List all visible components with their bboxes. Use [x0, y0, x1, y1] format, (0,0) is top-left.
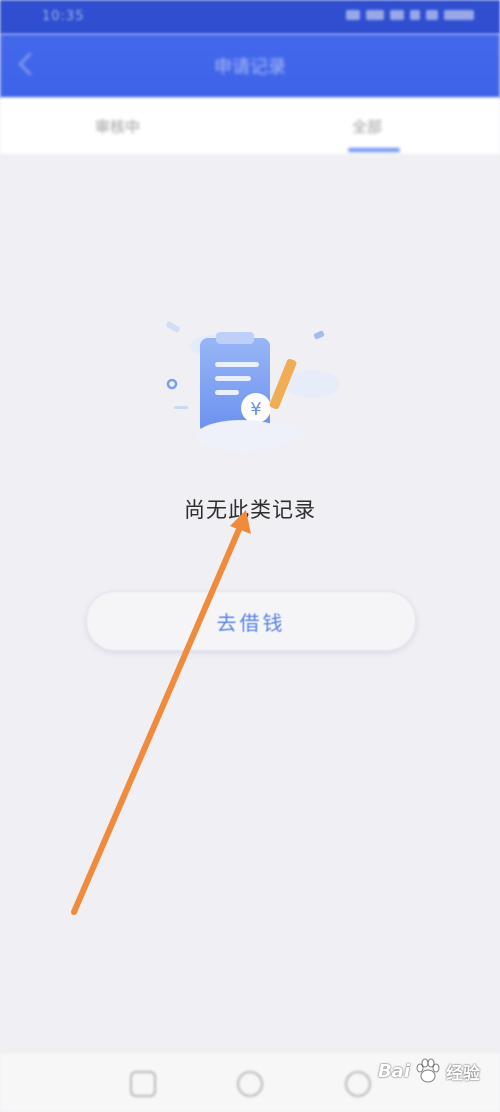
- go-borrow-label: 去借钱: [216, 610, 286, 635]
- page-title: 申请记录: [214, 57, 286, 78]
- status-bar: 10:35: [0, 0, 500, 34]
- status-icons: [346, 10, 474, 20]
- document-yen-icon: ¥: [166, 321, 340, 452]
- tab-bar: 审核中 全部: [0, 98, 500, 154]
- active-tab-indicator: [348, 148, 400, 152]
- discover-icon[interactable]: [237, 1071, 263, 1097]
- baidu-jingyan-watermark: Bai 经验: [378, 1056, 480, 1086]
- go-borrow-button[interactable]: 去借钱: [86, 591, 416, 651]
- paw-icon: [416, 1058, 440, 1083]
- status-time: 10:35: [42, 9, 85, 24]
- profile-icon[interactable]: [345, 1071, 371, 1097]
- app-header: 申请记录: [0, 34, 500, 98]
- watermark-suffix: 经验: [446, 1063, 480, 1084]
- empty-state-message: 尚无此类记录: [184, 498, 316, 522]
- tab-under-review[interactable]: 审核中: [95, 116, 140, 137]
- svg-text:¥: ¥: [250, 399, 261, 420]
- watermark-brand: Bai: [377, 1060, 410, 1082]
- tab-all[interactable]: 全部: [352, 116, 382, 137]
- orange-arrow-annotation: [71, 510, 251, 915]
- home-icon[interactable]: [130, 1071, 156, 1097]
